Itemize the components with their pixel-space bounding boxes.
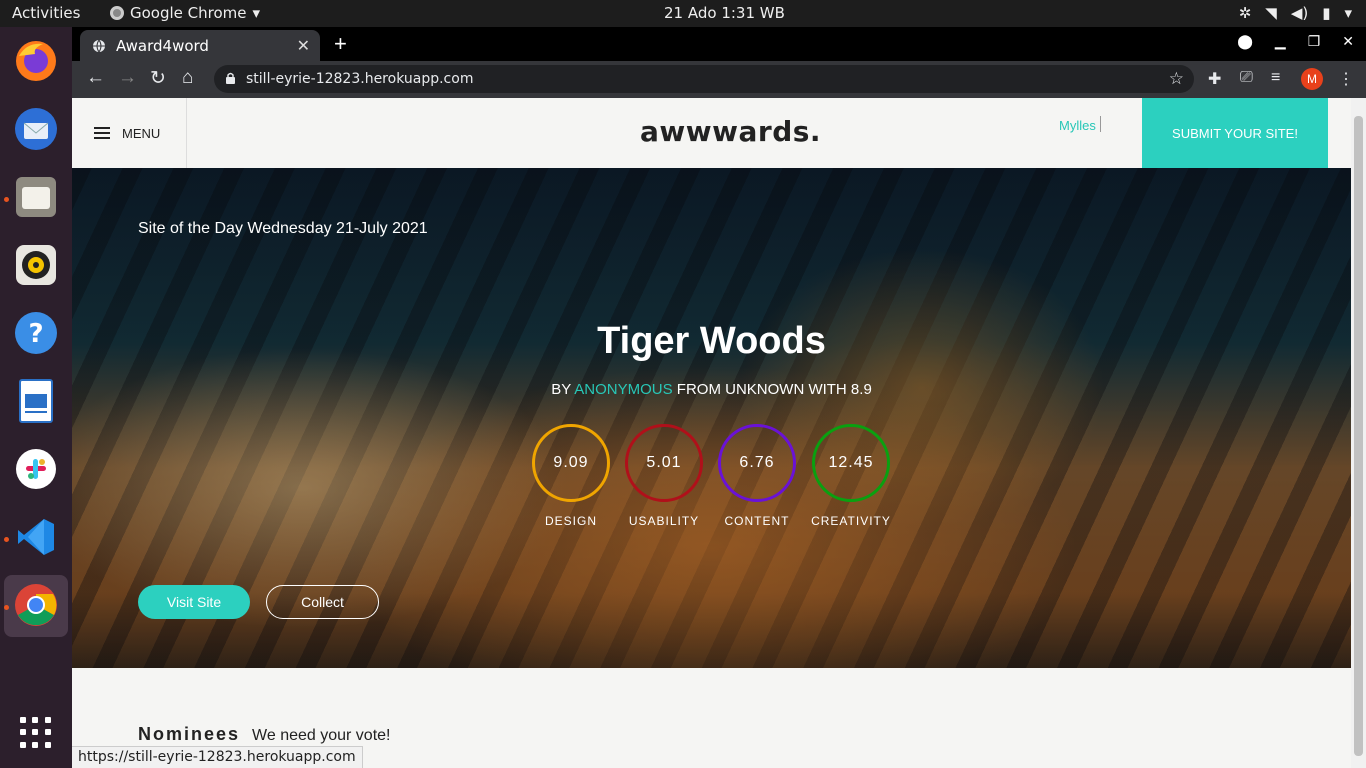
collect-button[interactable]: Collect — [266, 585, 379, 619]
site-of-the-day-label: Site of the Day Wednesday 21-July 2021 — [138, 220, 428, 237]
new-tab-button[interactable]: + — [334, 31, 347, 57]
volume-icon: ◀) — [1290, 4, 1309, 22]
nominees-title: Nominees — [138, 724, 241, 744]
score-design: 9.09 DESIGN — [531, 424, 611, 528]
nominees-subtitle: We need your vote! — [252, 727, 391, 744]
text-cursor — [1100, 116, 1102, 132]
score-label: CONTENT — [724, 514, 790, 528]
more-options-icon[interactable]: ⋮ — [1338, 69, 1354, 89]
hero-image-overlay — [72, 168, 1351, 668]
forward-icon[interactable]: → — [118, 67, 137, 89]
submit-site-button[interactable]: SUBMIT YOUR SITE! — [1142, 98, 1328, 168]
site-header: MENU awwwards. Mylles SUBMIT YOUR SITE! — [72, 98, 1351, 168]
author-link[interactable]: ANONYMOUS — [574, 381, 672, 398]
media-control-icon[interactable]: ≡ — [1271, 69, 1280, 87]
site-title: Tiger Woods — [597, 320, 826, 362]
app-menu[interactable]: Google Chrome ▾ — [110, 4, 260, 22]
svg-text:?: ? — [28, 319, 43, 349]
extensions-icon[interactable]: ✚ — [1208, 69, 1221, 89]
running-indicator — [4, 197, 9, 202]
window-controls: ⬤ ▁ ❐ ✕ — [1237, 33, 1354, 50]
score-ring: 5.01 — [625, 424, 703, 502]
score-label: USABILITY — [628, 514, 700, 528]
menu-label: MENU — [122, 125, 161, 141]
profile-avatar[interactable]: M — [1301, 68, 1323, 90]
lock-icon[interactable] — [226, 72, 235, 84]
score-ring: 12.45 — [812, 424, 890, 502]
slack-icon[interactable] — [12, 445, 60, 493]
caret-down-icon: ▾ — [252, 4, 261, 22]
battery-icon: ▮ — [1322, 4, 1331, 22]
firefox-icon[interactable] — [12, 37, 60, 85]
system-tray[interactable]: ✲ ◥ ◀) ▮ ▾ — [1239, 4, 1352, 22]
running-indicator — [4, 537, 9, 542]
running-indicator — [4, 605, 9, 610]
globe-icon — [93, 39, 105, 53]
score-ring: 9.09 — [532, 424, 610, 502]
byline-suffix: FROM UNKNOWN WITH 8.9 — [672, 381, 872, 398]
score-content: 6.76 CONTENT — [717, 424, 797, 528]
site-byline: BY ANONYMOUS FROM UNKNOWN WITH 8.9 — [72, 381, 1351, 398]
thunderbird-icon[interactable] — [12, 105, 60, 153]
score-label: CREATIVITY — [811, 514, 891, 528]
score-label: DESIGN — [544, 514, 597, 528]
score-value: 6.76 — [739, 454, 775, 471]
minimize-icon[interactable]: ▁ — [1275, 33, 1286, 50]
score-usability: 5.01 USABILITY — [624, 424, 704, 528]
clock[interactable]: 21 Ado 1:31 WB — [664, 4, 785, 22]
visit-site-button[interactable]: Visit Site — [138, 585, 250, 619]
address-bar[interactable]: still-eyrie-12823.herokuapp.com ☆ — [214, 65, 1194, 93]
close-tab-icon[interactable]: ✕ — [297, 36, 310, 55]
browser-tab-strip: Award4word ✕ + ⬤ ▁ ❐ ✕ — [72, 27, 1366, 61]
bookmark-star-icon[interactable]: ☆ — [1169, 69, 1184, 89]
tab-search-icon[interactable]: ⬤ — [1237, 33, 1253, 50]
page-scrollbar[interactable] — [1351, 98, 1366, 768]
score-value: 5.01 — [646, 454, 682, 471]
web-page: MENU awwwards. Mylles SUBMIT YOUR SITE! … — [72, 98, 1351, 768]
url-text: still-eyrie-12823.herokuapp.com — [246, 71, 474, 87]
home-icon[interactable]: ⌂ — [182, 67, 193, 89]
files-icon[interactable] — [12, 173, 60, 221]
close-window-icon[interactable]: ✕ — [1342, 33, 1354, 50]
libreoffice-writer-icon[interactable] — [12, 377, 60, 425]
username-link[interactable]: Mylles — [1059, 118, 1096, 133]
hero-banner: Site of the Day Wednesday 21-July 2021 T… — [72, 168, 1351, 668]
system-top-bar: Activities Google Chrome ▾ 21 Ado 1:31 W… — [0, 0, 1366, 27]
score-ring: 6.76 — [718, 424, 796, 502]
tab-title: Award4word — [116, 36, 209, 55]
system-menu-caret-icon[interactable]: ▾ — [1344, 4, 1352, 22]
score-value: 9.09 — [553, 454, 589, 471]
nominees-section-heading: Nominees We need your vote! — [138, 724, 390, 745]
cast-icon[interactable]: ⎚ — [1240, 69, 1253, 87]
back-icon[interactable]: ← — [86, 67, 105, 89]
scrollbar-thumb[interactable] — [1354, 116, 1363, 756]
menu-button[interactable]: MENU — [72, 98, 187, 168]
link-status-bar: https://still-eyrie-12823.herokuapp.com — [72, 746, 363, 768]
score-value: 12.45 — [828, 454, 874, 471]
slack-tray-icon[interactable]: ✲ — [1239, 4, 1252, 22]
byline-prefix: BY — [551, 381, 575, 398]
activities-button[interactable]: Activities — [12, 4, 80, 22]
reload-icon[interactable]: ↻ — [150, 67, 166, 90]
app-menu-label: Google Chrome — [130, 4, 247, 22]
help-icon[interactable]: ? — [12, 309, 60, 357]
maximize-icon[interactable]: ❐ — [1308, 33, 1321, 50]
chrome-icon — [110, 6, 124, 20]
vscode-icon[interactable] — [12, 513, 60, 561]
wifi-icon: ◥ — [1265, 4, 1277, 22]
browser-toolbar: ← → ↻ ⌂ still-eyrie-12823.herokuapp.com … — [72, 61, 1366, 98]
score-creativity: 12.45 CREATIVITY — [811, 424, 891, 528]
dock: ? — [0, 27, 72, 768]
browser-tab[interactable]: Award4word ✕ — [80, 30, 320, 61]
chrome-icon[interactable] — [12, 581, 60, 629]
show-applications-icon[interactable] — [20, 717, 52, 749]
rhythmbox-icon[interactable] — [12, 241, 60, 289]
hamburger-icon — [94, 127, 110, 139]
site-logo[interactable]: awwwards. — [640, 115, 821, 148]
